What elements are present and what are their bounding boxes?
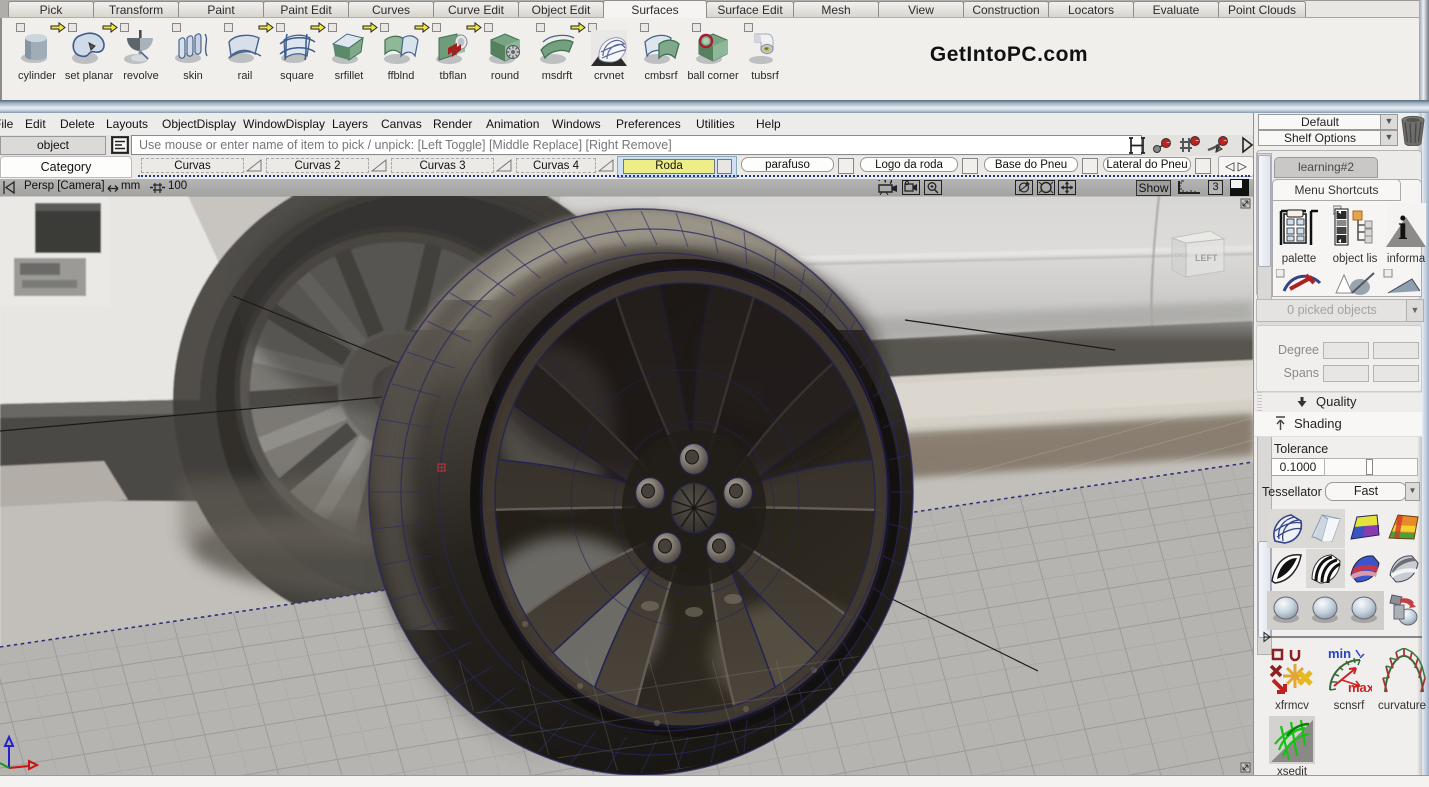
svg-text:LEFT: LEFT: [1195, 253, 1218, 263]
svg-text:i: i: [1398, 210, 1407, 247]
svg-text:min: min: [1328, 646, 1351, 661]
svg-text:BACK: BACK: [1175, 253, 1189, 259]
svg-text:max: max: [1348, 680, 1372, 695]
